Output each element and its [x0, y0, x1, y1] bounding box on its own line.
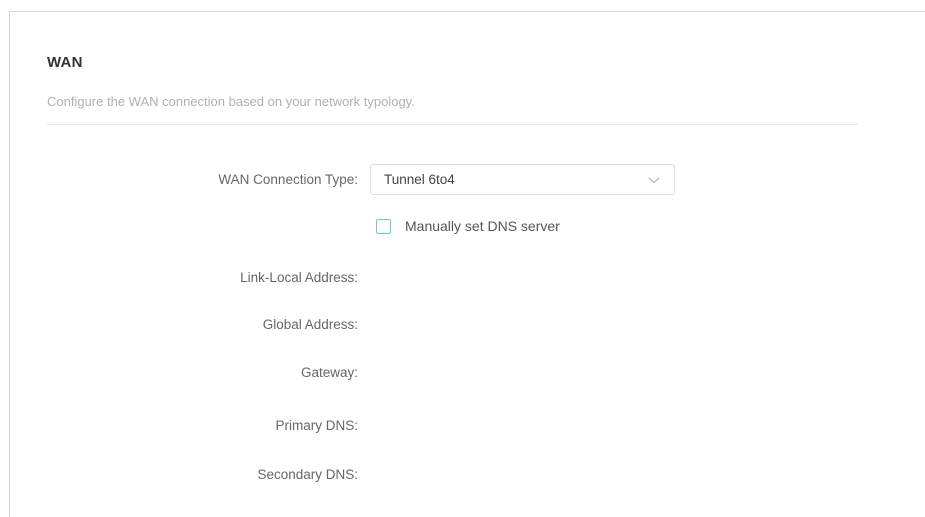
wan-connection-type-value: Tunnel 6to4: [384, 172, 455, 187]
link-local-address-label: Link-Local Address:: [240, 270, 358, 285]
global-address-label: Global Address:: [262, 317, 358, 332]
section-divider: [47, 124, 858, 125]
secondary-dns-label: Secondary DNS:: [257, 467, 358, 482]
wan-connection-type-label: WAN Connection Type:: [218, 172, 358, 187]
primary-dns-label: Primary DNS:: [275, 418, 358, 433]
manual-dns-label: Manually set DNS server: [405, 218, 560, 234]
gateway-label: Gateway:: [300, 365, 358, 380]
manual-dns-checkbox[interactable]: [376, 219, 391, 234]
section-title: WAN: [47, 54, 83, 71]
section-description: Configure the WAN connection based on yo…: [47, 94, 415, 109]
chevron-down-icon: [648, 177, 660, 184]
wan-connection-type-select[interactable]: Tunnel 6to4: [370, 164, 675, 195]
settings-panel: [9, 11, 925, 517]
